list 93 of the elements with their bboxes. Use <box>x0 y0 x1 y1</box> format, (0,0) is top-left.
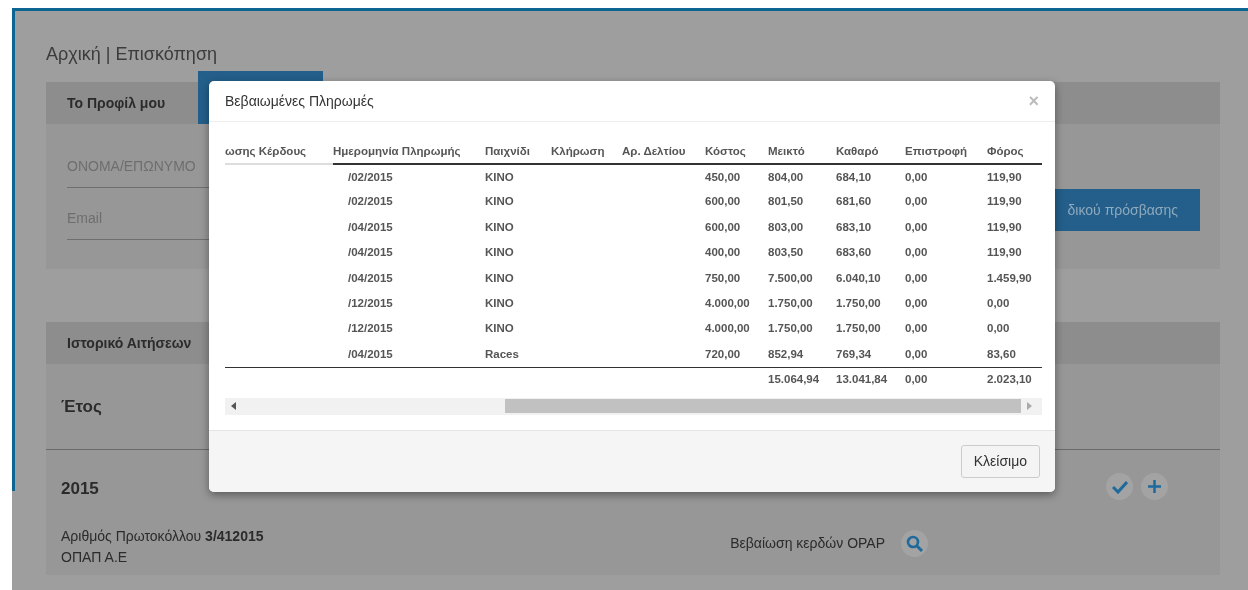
table-cell: /04/2015 <box>348 246 393 259</box>
view-button[interactable] <box>901 530 928 557</box>
close-button[interactable]: Κλείσιμο <box>960 445 1040 478</box>
table-cell: 684,10 <box>836 170 872 183</box>
table-cell: ΚΙΝΟ <box>485 322 514 335</box>
protocol-number: 3/412015 <box>205 527 264 544</box>
table-cell: 7.500,00 <box>768 271 813 284</box>
table-cell: 400,00 <box>705 246 741 259</box>
column-header: Επιστροφή <box>905 144 968 157</box>
table-cell: 119,90 <box>987 195 1022 208</box>
table-cell: 1.750,00 <box>836 322 881 335</box>
table-cell: 1.750,00 <box>768 322 813 335</box>
certificate-label: Βεβαίωση κερδών OPAP <box>730 534 885 553</box>
column-header: Έτος <box>61 395 102 418</box>
table-cell: 0,00 <box>905 347 928 360</box>
table-cell: 0,00 <box>905 322 928 335</box>
table-cell: /02/2015 <box>348 195 393 208</box>
year-cell-text: 2015 <box>61 478 99 500</box>
column-header: Ημερομηνία Πληρωμής <box>333 144 461 157</box>
table-cell: /12/2015 <box>348 322 393 335</box>
panel-title: Το Προφίλ μου <box>66 93 167 113</box>
table-cell: /04/2015 <box>348 220 393 233</box>
table-cell: 750,00 <box>705 271 741 284</box>
table-cell: ΚΙΝΟ <box>485 220 514 233</box>
table-cell: 83,60 <box>987 347 1016 360</box>
table-cell: 119,90 <box>987 170 1022 183</box>
table-cell: 0,00 <box>905 170 928 183</box>
total-cell: 2.023,10 <box>987 373 1032 386</box>
table-cell: /12/2015 <box>348 297 393 309</box>
checkmark-icon <box>1111 479 1128 494</box>
table-cell: 600,00 <box>705 220 741 233</box>
table-cell: 119,90 <box>987 246 1022 259</box>
change-password-button[interactable]: δικού πρόσβασης <box>1055 189 1200 231</box>
table-cell: 1.459,90 <box>987 271 1032 284</box>
table-cell: 6.040,10 <box>836 271 881 284</box>
column-header: Κόστος <box>705 144 746 157</box>
table-cell: 801,50 <box>768 195 804 208</box>
table-cell: 0,00 <box>905 246 928 259</box>
table-cell: 0,00 <box>905 271 928 284</box>
table-cell: 769,34 <box>836 347 872 360</box>
table-cell: 4.000,00 <box>705 297 750 309</box>
table-cell: 803,50 <box>768 246 804 259</box>
table-cell: 803,00 <box>768 220 804 233</box>
scroll-left-icon[interactable] <box>231 402 236 410</box>
table-cell: /02/2015 <box>348 170 393 183</box>
column-header: Μεικτό <box>768 144 805 157</box>
horizontal-scrollbar[interactable] <box>225 397 1042 415</box>
column-header: Καθαρό <box>836 144 879 157</box>
column-header: Αρ. Δελτίου <box>622 144 686 157</box>
scrollbar-thumb[interactable] <box>505 399 1021 413</box>
column-header: Κλήρωση <box>551 144 605 157</box>
column-header: Φόρος <box>987 144 1024 157</box>
table-cell: 852,94 <box>768 347 804 360</box>
column-header: ωσης Κέρδους <box>225 144 307 157</box>
total-cell: 0,00 <box>905 373 928 386</box>
panel-title: Ιστορικό Αιτήσεων <box>66 333 192 353</box>
table-cell: 1.750,00 <box>768 297 813 309</box>
table-cell: 0,00 <box>905 220 928 233</box>
total-cell: 13.041,84 <box>836 373 888 386</box>
breadcrumb: Αρχική | Επισκόπηση <box>46 43 218 66</box>
search-icon <box>905 534 924 553</box>
table-cell: 450,00 <box>705 170 741 183</box>
table-cell: 4.000,00 <box>705 322 750 335</box>
table-cell: 1.750,00 <box>836 297 881 309</box>
close-button[interactable]: × <box>1028 92 1039 110</box>
table-cell: ΚΙΝΟ <box>485 246 514 259</box>
table-cell: 683,60 <box>836 246 872 259</box>
column-header: Παιχνίδι <box>485 144 530 157</box>
scroll-right-icon[interactable] <box>1027 402 1032 410</box>
table-cell: 0,00 <box>905 195 928 208</box>
total-cell: 15.064,94 <box>768 373 820 386</box>
modal-title: Βεβαιωμένες Πληρωμές <box>225 91 374 111</box>
add-button[interactable] <box>1141 473 1168 500</box>
table-cell: 600,00 <box>705 195 741 208</box>
table-cell: 681,60 <box>836 195 872 208</box>
table-cell: ΚΙΝΟ <box>485 170 514 183</box>
table-cell: ΚΙΝΟ <box>485 195 514 208</box>
plus-icon <box>1148 480 1161 493</box>
table-cell: ΚΙΝΟ <box>485 271 514 284</box>
table-cell: 119,90 <box>987 220 1022 233</box>
table-cell: 0,00 <box>987 297 1010 309</box>
table-cell: 0,00 <box>905 297 928 309</box>
confirm-button[interactable] <box>1106 473 1133 500</box>
protocol-label: Αριθμός Πρωτοκόλλου <box>61 527 202 544</box>
table-cell: ΚΙΝΟ <box>485 297 514 309</box>
table-cell: Races <box>485 347 519 360</box>
table-cell: 0,00 <box>987 322 1010 335</box>
table-cell: /04/2015 <box>348 271 393 284</box>
table-cell: 683,10 <box>836 220 872 233</box>
table-cell: /04/2015 <box>348 347 393 360</box>
table-cell: 804,00 <box>768 170 804 183</box>
organization-name: ΟΠΑΠ Α.Ε <box>61 547 129 567</box>
table-cell: 720,00 <box>705 347 741 360</box>
